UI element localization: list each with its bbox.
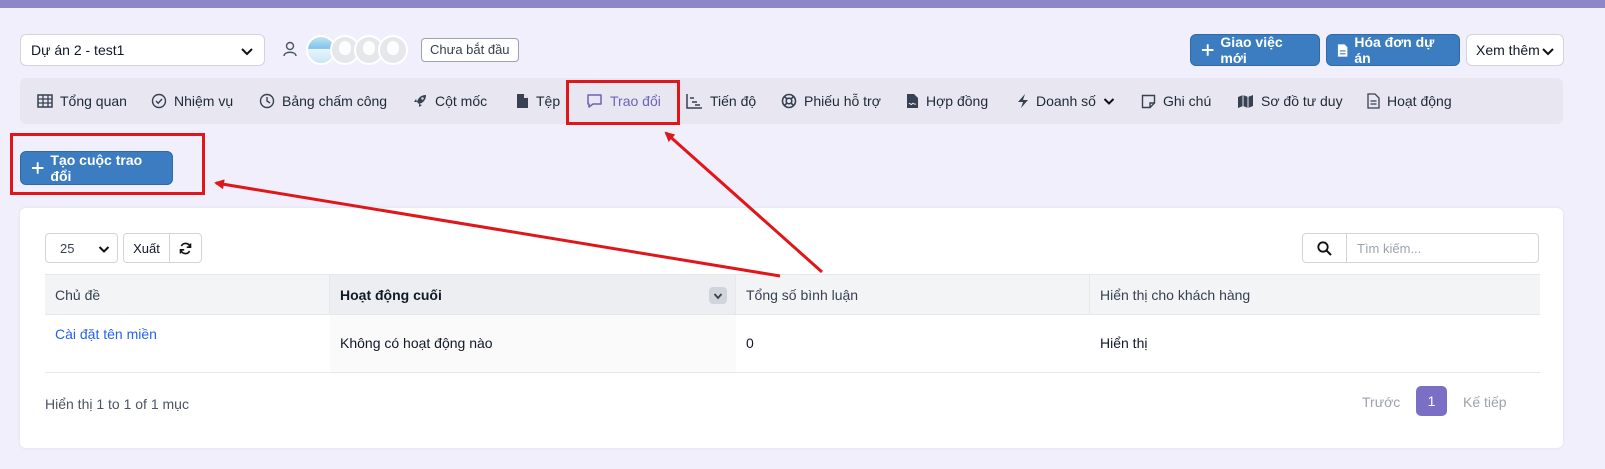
column-header-last-activity[interactable]: Hoạt động cuối (330, 275, 736, 314)
column-header-client-visible[interactable]: Hiển thị cho khách hàng (1090, 275, 1540, 314)
project-select-value: Dự án 2 - test1 (31, 42, 125, 58)
export-button[interactable]: Xuất (123, 233, 170, 263)
tab-label: Tệp (536, 93, 561, 109)
tab-milestones[interactable]: Cột mốc (412, 78, 487, 124)
user-icon (283, 41, 297, 57)
tab-label: Tiến độ (710, 93, 757, 109)
pagination-prev[interactable]: Trước (1362, 394, 1400, 410)
document-icon (1367, 93, 1380, 109)
refresh-button[interactable] (169, 233, 202, 263)
tab-contracts[interactable]: Hợp đồng (906, 78, 988, 124)
avatar[interactable] (378, 35, 408, 65)
tab-label: Tổng quan (60, 93, 127, 109)
tab-label: Ghi chú (1163, 93, 1212, 109)
tab-mindmap[interactable]: Sơ đồ tư duy (1237, 78, 1343, 124)
document-icon (1337, 43, 1348, 57)
topic-link[interactable]: Cài đặt tên miền (55, 326, 157, 342)
tab-label: Hợp đồng (926, 93, 989, 109)
project-invoice-label: Hóa đơn dự án (1354, 34, 1435, 66)
tab-label: Nhiệm vụ (174, 93, 234, 109)
top-accent-bar (0, 0, 1605, 8)
tab-activity[interactable]: Hoạt động (1367, 78, 1452, 124)
map-icon (1238, 94, 1253, 108)
bolt-icon (1018, 94, 1028, 108)
chart-icon (686, 94, 702, 109)
tab-label: Phiếu hỗ trợ (804, 93, 881, 109)
chevron-down-icon (1542, 48, 1554, 56)
cell-client-visible: Hiển thị (1100, 335, 1148, 351)
page-size-value: 25 (60, 240, 75, 256)
table-header: Chủ đề Hoạt động cuối Tổng số bình luận … (45, 274, 1540, 315)
project-tabs: Tổng quan Nhiệm vụ Bảng chấm công Cột mố… (20, 78, 1563, 124)
tab-gantt[interactable]: Tiến độ (686, 78, 756, 124)
cell-topic: Cài đặt tên miền (45, 315, 330, 372)
page-size-select[interactable]: 25 (45, 233, 118, 263)
table-icon (37, 94, 53, 108)
column-header-label: Hoạt động cuối (340, 286, 442, 303)
chevron-down-icon (98, 246, 110, 253)
table-info: Hiển thị 1 to 1 of 1 mục (45, 396, 189, 412)
lifebuoy-icon (781, 93, 797, 109)
tab-label: Cột mốc (435, 93, 488, 109)
plus-icon (1201, 44, 1214, 56)
tab-label: Bảng chấm công (282, 93, 388, 109)
chevron-down-icon (241, 48, 253, 56)
search-button[interactable] (1302, 233, 1347, 263)
annotation-highlight-button (10, 133, 205, 195)
new-task-button[interactable]: Giao việc mới (1190, 34, 1320, 66)
tab-sales[interactable]: Doanh số (1017, 78, 1115, 124)
tab-label: Hoạt động (1387, 93, 1452, 109)
more-button[interactable]: Xem thêm (1466, 34, 1564, 66)
column-header-topic[interactable]: Chủ đề (45, 275, 330, 314)
pagination-next[interactable]: Kế tiếp (1463, 394, 1507, 410)
refresh-icon (179, 242, 192, 254)
sort-toggle[interactable] (709, 287, 727, 304)
project-select[interactable]: Dự án 2 - test1 (20, 34, 265, 66)
clock-icon (259, 93, 275, 109)
tab-label: Doanh số (1036, 93, 1096, 109)
cell-last-activity: Không có hoạt động nào (330, 315, 736, 372)
tab-files[interactable]: Tệp (516, 78, 560, 124)
column-header-comments[interactable]: Tổng số bình luận (736, 275, 1090, 314)
chevron-down-icon (713, 292, 723, 299)
tab-overview[interactable]: Tổng quan (37, 78, 127, 124)
tab-label: Sơ đồ tư duy (1261, 93, 1343, 109)
check-circle-icon (151, 93, 167, 109)
tab-timesheets[interactable]: Bảng chấm công (259, 78, 387, 124)
note-icon (1141, 94, 1156, 108)
file-icon (517, 94, 528, 108)
tab-notes[interactable]: Ghi chú (1141, 78, 1211, 124)
tab-tasks[interactable]: Nhiệm vụ (151, 78, 233, 124)
annotation-highlight-tab (566, 80, 680, 125)
cell-comments: 0 (746, 335, 754, 351)
project-invoice-button[interactable]: Hóa đơn dự án (1326, 34, 1460, 66)
status-badge: Chưa bắt đầu (421, 38, 519, 62)
discussions-card: 25 Xuất Chủ đề Hoạt động cuối Tổng số bì… (20, 208, 1563, 448)
more-label: Xem thêm (1476, 42, 1540, 58)
tab-tickets[interactable]: Phiếu hỗ trợ (781, 78, 881, 124)
contract-icon (907, 94, 918, 108)
chevron-down-icon (1103, 98, 1115, 105)
search-input[interactable] (1346, 233, 1539, 263)
search-icon (1317, 240, 1332, 256)
table-row: Cài đặt tên miền Không có hoạt động nào … (45, 315, 1540, 373)
member-avatars[interactable] (306, 35, 410, 65)
pagination-page-1[interactable]: 1 (1416, 386, 1447, 416)
rocket-icon (414, 95, 426, 107)
new-task-label: Giao việc mới (1220, 34, 1283, 66)
